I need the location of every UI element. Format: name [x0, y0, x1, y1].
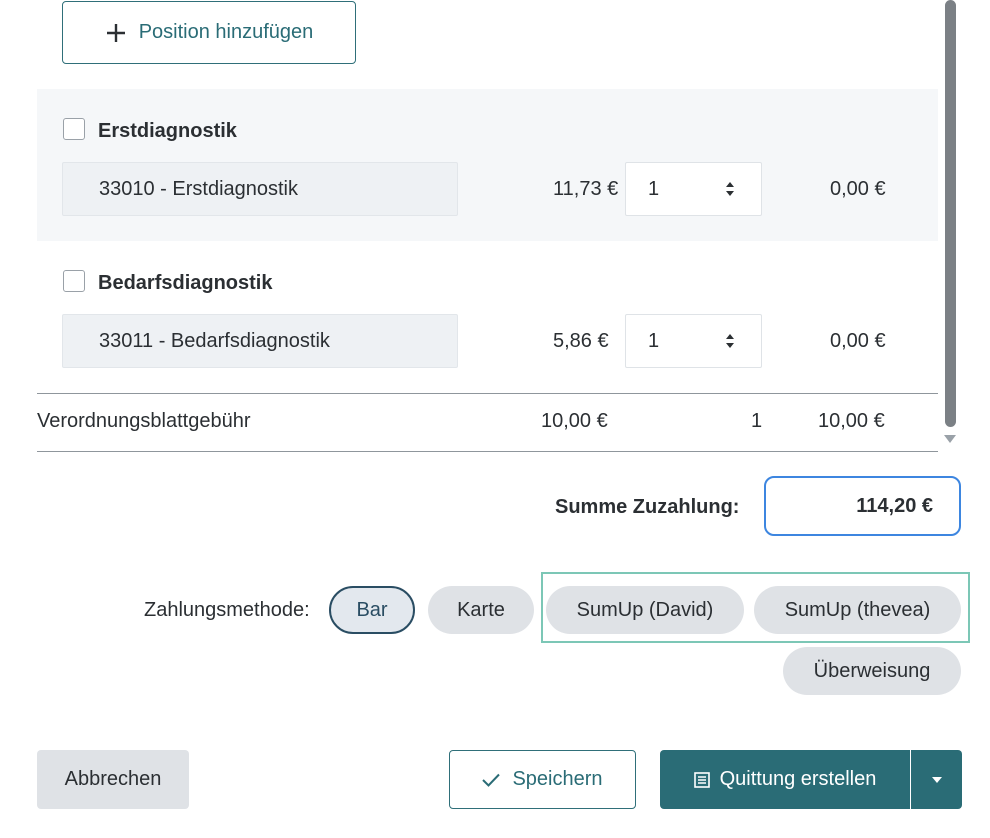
position-code-field[interactable]: 33011 - Bedarfsdiagnostik: [62, 314, 458, 368]
receipt-dropdown-toggle[interactable]: [911, 750, 962, 809]
quantity-value: 1: [648, 177, 660, 200]
payment-option-sumup-thevea[interactable]: SumUp (thevea): [754, 586, 961, 634]
fee-total: 10,00 €: [818, 410, 885, 432]
checkbox-erstdiagnostik[interactable]: [63, 118, 85, 140]
fee-price: 10,00 €: [541, 410, 608, 432]
payment-option-label: Überweisung: [813, 659, 931, 682]
quantity-value: 1: [648, 329, 660, 352]
payment-option-ueberweisung[interactable]: Überweisung: [783, 647, 961, 695]
cancel-button[interactable]: Abbrechen: [37, 750, 189, 809]
save-button-label: Speichern: [512, 768, 603, 790]
position-total: 0,00 €: [830, 178, 886, 200]
receipt-list-icon: [693, 771, 710, 788]
fee-quantity: 1: [751, 410, 763, 432]
add-position-button[interactable]: Position hinzufügen: [62, 1, 356, 64]
checkbox-bedarfsdiagnostik[interactable]: [63, 270, 85, 292]
scrollbar-thumb[interactable]: [945, 0, 956, 427]
position-price: 5,86 €: [553, 330, 609, 352]
divider: [37, 451, 938, 452]
create-receipt-label: Quittung erstellen: [719, 768, 877, 790]
plus-icon: [106, 23, 125, 42]
payment-method-label: Zahlungsmethode:: [144, 599, 310, 621]
position-total: 0,00 €: [830, 330, 886, 352]
cancel-button-label: Abbrechen: [64, 768, 162, 790]
caret-down-icon: [931, 776, 942, 783]
position-title: Bedarfsdiagnostik: [98, 272, 273, 294]
add-position-label: Position hinzufügen: [138, 21, 314, 43]
save-button[interactable]: Speichern: [449, 750, 636, 809]
summary-label: Summe Zuzahlung:: [555, 496, 740, 518]
position-title: Erstdiagnostik: [98, 120, 237, 142]
position-code-label: 33011 - Bedarfsdiagnostik: [99, 329, 330, 352]
sort-arrows-icon: [726, 182, 734, 196]
quantity-select[interactable]: 1: [625, 162, 762, 216]
payment-option-label: SumUp (David): [576, 598, 714, 621]
check-icon: [482, 773, 501, 787]
fee-label: Verordnungsblattgebühr: [37, 410, 251, 432]
payment-option-karte[interactable]: Karte: [428, 586, 534, 634]
payment-option-sumup-david[interactable]: SumUp (David): [546, 586, 744, 634]
sort-arrows-icon: [726, 334, 734, 348]
summary-total-field: 114,20 €: [764, 476, 961, 536]
divider: [37, 393, 938, 394]
position-code-field[interactable]: 33010 - Erstdiagnostik: [62, 162, 458, 216]
payment-option-label: Karte: [457, 598, 505, 621]
payment-option-bar[interactable]: Bar: [329, 586, 415, 634]
quantity-select[interactable]: 1: [625, 314, 762, 368]
summary-total-value: 114,20 €: [856, 494, 933, 517]
position-code-label: 33010 - Erstdiagnostik: [99, 177, 299, 200]
scroll-down-arrow-icon[interactable]: [943, 434, 957, 444]
position-price: 11,73 €: [553, 178, 619, 200]
payment-option-label: Bar: [356, 598, 388, 621]
payment-option-label: SumUp (thevea): [784, 598, 931, 621]
create-receipt-button[interactable]: Quittung erstellen: [660, 750, 910, 809]
